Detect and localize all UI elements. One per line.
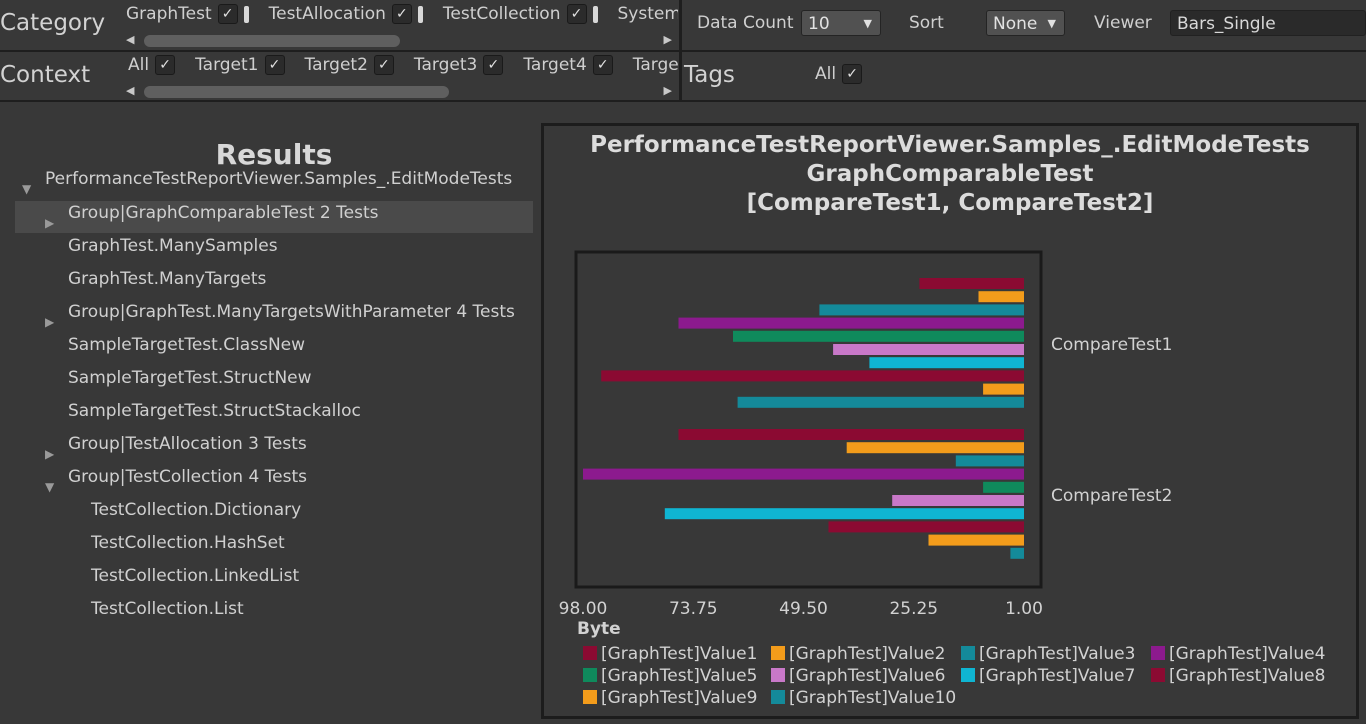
- bar: [955, 455, 1024, 467]
- bar: [678, 429, 1024, 440]
- legend-swatch: [583, 646, 597, 660]
- x-tick-label: 25.25: [889, 599, 938, 619]
- bar: [919, 278, 1024, 289]
- legend-swatch: [771, 646, 785, 660]
- bar: [983, 481, 1024, 493]
- legend-label: [GraphTest]Value3: [979, 644, 1136, 664]
- legend-swatch: [771, 690, 785, 704]
- bar: [833, 344, 1024, 355]
- category-label: CompareTest2: [1051, 486, 1172, 506]
- legend-item: [GraphTest]Value5: [583, 666, 757, 686]
- x-tick-label: 98.00: [559, 599, 608, 619]
- x-tick-label: 73.75: [669, 599, 718, 619]
- legend-label: [GraphTest]Value6: [789, 666, 946, 686]
- legend-label: [GraphTest]Value5: [601, 666, 758, 686]
- legend-label: [GraphTest]Value9: [601, 688, 758, 708]
- legend-item: [GraphTest]Value2: [771, 644, 945, 664]
- legend-item: [GraphTest]Value6: [771, 666, 945, 686]
- legend-swatch: [771, 668, 785, 682]
- bar: [1010, 547, 1024, 559]
- legend-label: [GraphTest]Value8: [1169, 666, 1326, 686]
- bar: [601, 370, 1024, 382]
- legend-item: [GraphTest]Value4: [1151, 644, 1325, 664]
- bar: [928, 534, 1024, 546]
- bar: [892, 495, 1024, 506]
- bar: [664, 508, 1024, 520]
- x-tick-label: 1.00: [1005, 599, 1043, 619]
- legend-swatch: [961, 646, 975, 660]
- legend-item: [GraphTest]Value9: [583, 688, 757, 708]
- bar: [978, 291, 1024, 303]
- legend-label: [GraphTest]Value2: [789, 644, 946, 664]
- legend-swatch: [583, 668, 597, 682]
- bar: [819, 304, 1024, 316]
- legend-swatch: [583, 690, 597, 704]
- bar: [869, 357, 1024, 369]
- bar: [737, 396, 1024, 408]
- x-axis-label: Byte: [577, 619, 621, 639]
- legend-item: [GraphTest]Value3: [961, 644, 1135, 664]
- legend-swatch: [1151, 646, 1165, 660]
- bar: [828, 521, 1024, 533]
- legend-label: [GraphTest]Value10: [789, 688, 957, 708]
- legend-label: [GraphTest]Value7: [979, 666, 1136, 686]
- legend-item: [GraphTest]Value7: [961, 666, 1135, 686]
- legend-label: [GraphTest]Value4: [1169, 644, 1326, 664]
- bar: [983, 383, 1024, 395]
- category-label: CompareTest1: [1051, 335, 1172, 355]
- bar: [846, 442, 1024, 454]
- legend-item: [GraphTest]Value8: [1151, 666, 1325, 686]
- bar: [733, 330, 1024, 342]
- x-tick-label: 49.50: [779, 599, 828, 619]
- legend-label: [GraphTest]Value1: [601, 644, 758, 664]
- legend-item: [GraphTest]Value1: [583, 644, 757, 664]
- legend-swatch: [1151, 668, 1165, 682]
- bar-chart: CompareTest1 CompareTest2 98.00 73.75 49.50 2…: [559, 250, 1172, 639]
- legend-swatch: [961, 668, 975, 682]
- bar: [678, 317, 1024, 329]
- legend-item: [GraphTest]Value10: [771, 688, 956, 708]
- bar: [583, 468, 1024, 480]
